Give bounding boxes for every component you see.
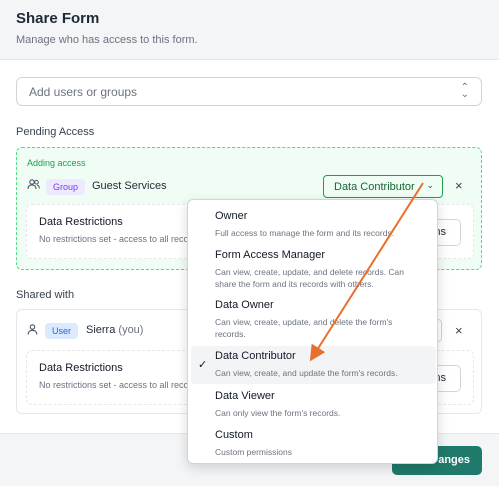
shared-restrictions-description: No restrictions set - access to all reco… (39, 380, 202, 390)
chevron-down-icon: ⌄ (426, 180, 434, 190)
role-option-description: Can view, create, update, and delete the… (215, 317, 393, 339)
role-option-custom[interactable]: Custom Custom permissions (191, 425, 436, 461)
shared-restrictions-title: Data Restrictions (39, 362, 123, 374)
you-label: (you) (118, 324, 144, 336)
up-down-chevron-icon: ⌃ ⌄ (460, 82, 469, 100)
pending-restrictions-description: No restrictions set - access to all reco… (39, 234, 202, 244)
role-option-label: Form Access Manager (215, 249, 326, 261)
user-icon (27, 324, 38, 338)
role-option-label: Data Contributor (215, 350, 296, 362)
check-icon: ✓ (198, 359, 208, 371)
remove-pending-icon[interactable]: × (455, 178, 463, 193)
role-option-data-viewer[interactable]: Data Viewer Can only view the form's rec… (191, 386, 436, 422)
shared-with-heading: Shared with (16, 289, 75, 301)
role-option-owner[interactable]: Owner Full access to manage the form and… (191, 206, 436, 242)
role-option-data-owner[interactable]: Data Owner Can view, create, update, and… (191, 295, 436, 343)
role-option-label: Data Owner (215, 299, 274, 311)
dialog-subtitle: Manage who has access to this form. (16, 34, 198, 46)
role-select[interactable]: Data Contributor ⌄ (323, 175, 443, 198)
dialog-header: Share Form Manage who has access to this… (0, 0, 499, 60)
pending-access-heading: Pending Access (16, 126, 95, 138)
role-select-value: Data Contributor (334, 181, 415, 193)
dialog-title: Share Form (16, 10, 100, 27)
adding-access-label: Adding access (27, 158, 86, 168)
role-dropdown-menu: Owner Full access to manage the form and… (187, 199, 438, 464)
role-option-label: Custom (215, 429, 253, 441)
role-option-description: Can only view the form's records. (215, 408, 341, 418)
remove-shared-icon[interactable]: × (455, 323, 463, 338)
pending-entry-name: Guest Services (92, 180, 167, 192)
users-icon (27, 179, 40, 193)
pending-restrictions-title: Data Restrictions (39, 216, 123, 228)
role-option-label: Owner (215, 210, 248, 222)
role-option-form-access-manager[interactable]: Form Access Manager Can view, create, up… (191, 245, 436, 293)
user-badge: User (45, 323, 79, 339)
add-users-placeholder: Add users or groups (29, 85, 138, 99)
add-users-input[interactable]: Add users or groups ⌃ ⌄ (16, 77, 482, 106)
role-option-description: Can view, create, update, and delete rec… (215, 267, 405, 289)
role-option-data-contributor[interactable]: ✓ Data Contributor Can view, create, and… (191, 346, 436, 384)
role-option-description: Full access to manage the form and its r… (215, 228, 395, 238)
shared-entry-name: Sierra (you) (86, 324, 144, 336)
group-badge: Group (46, 179, 86, 195)
role-option-label: Data Viewer (215, 390, 275, 402)
role-option-description: Can view, create, and update the form's … (215, 368, 398, 378)
role-option-description: Custom permissions (215, 447, 292, 457)
